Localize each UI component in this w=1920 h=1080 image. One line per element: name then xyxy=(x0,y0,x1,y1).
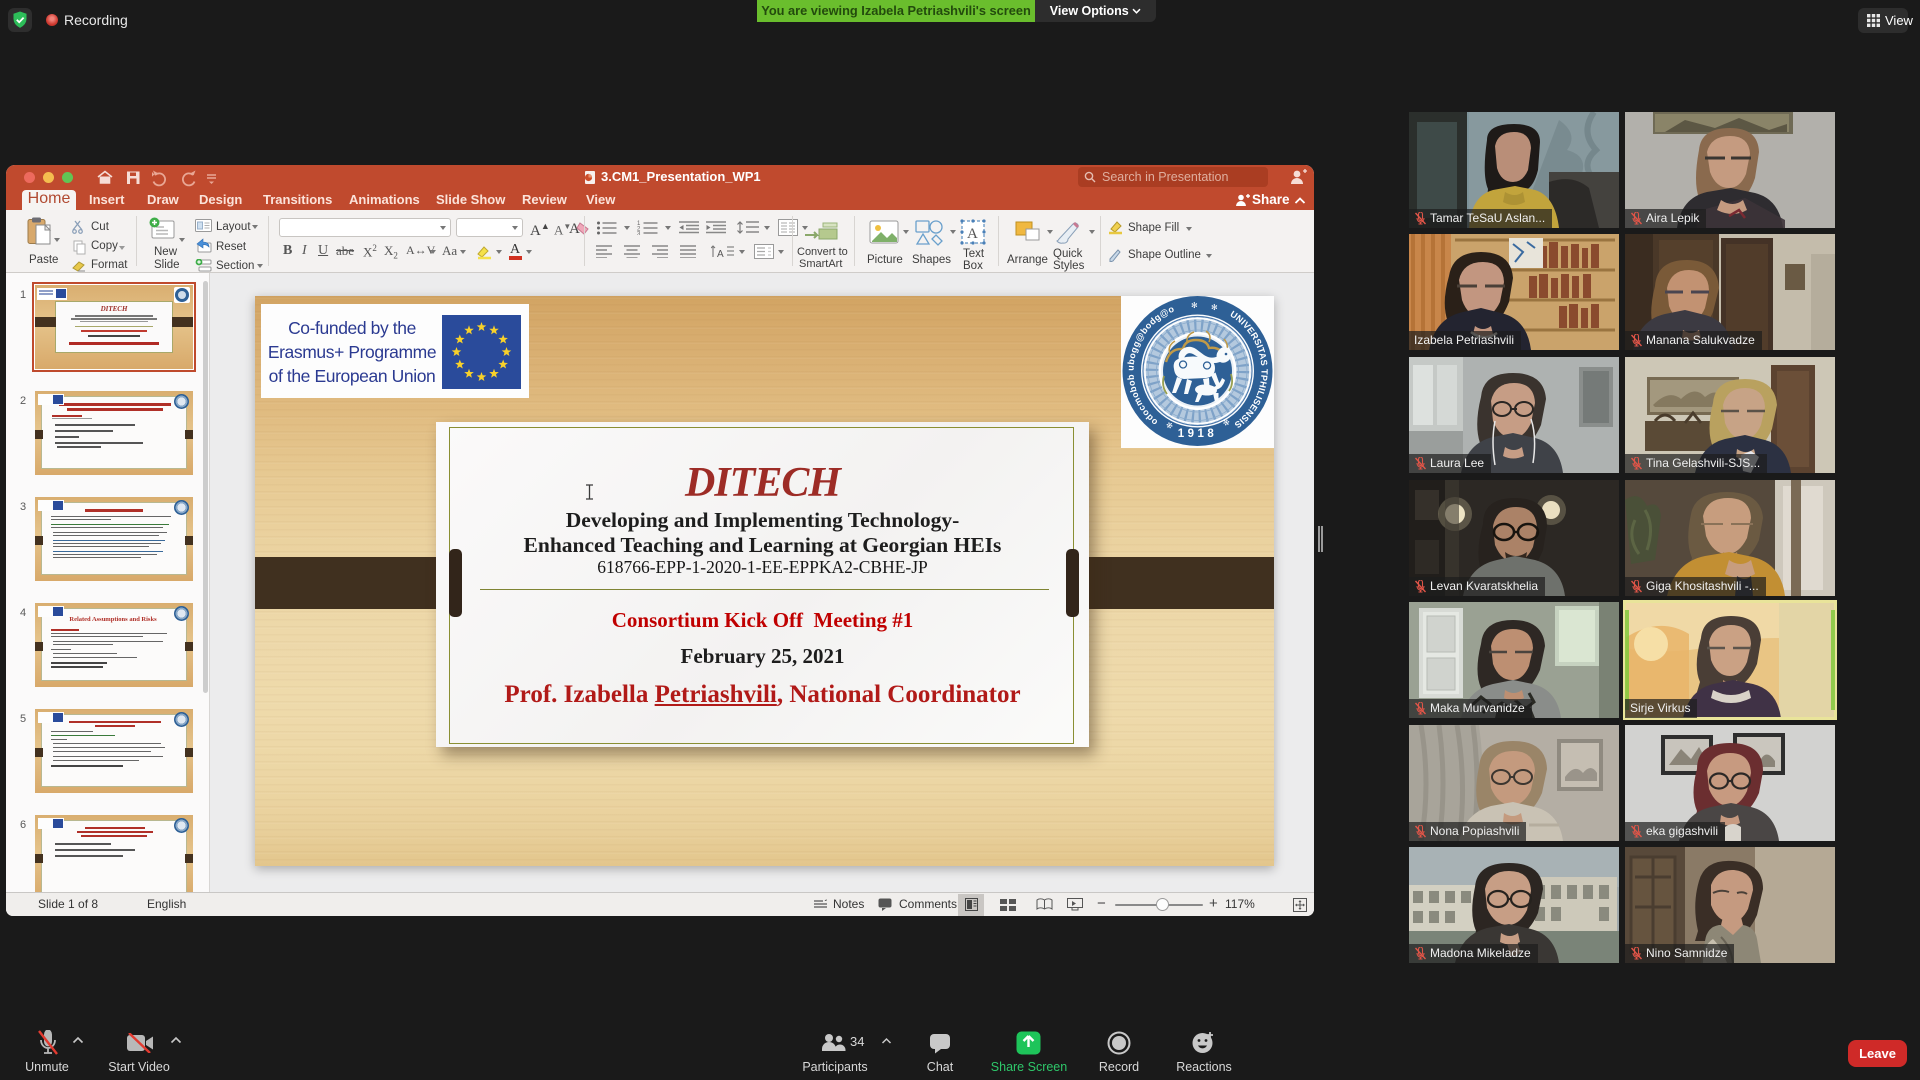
svg-text:A: A xyxy=(717,249,724,259)
svg-text:✻: ✻ xyxy=(1211,303,1218,312)
svg-text:1918: 1918 xyxy=(1178,428,1218,440)
svg-text:3: 3 xyxy=(637,232,641,236)
svg-text:✻: ✻ xyxy=(1191,301,1198,310)
svg-text:A: A xyxy=(967,226,978,242)
